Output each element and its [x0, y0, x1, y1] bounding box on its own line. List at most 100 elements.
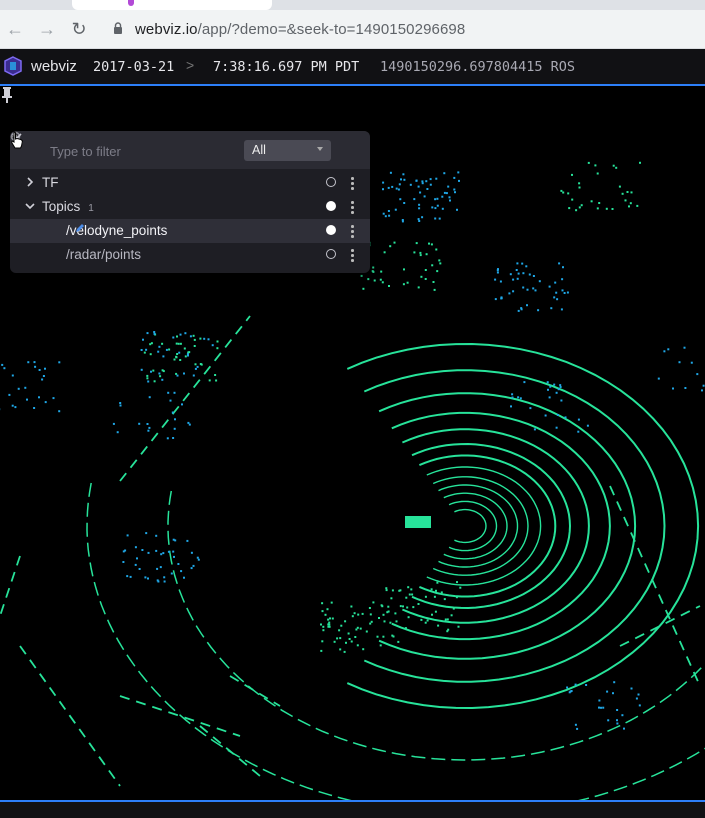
lidar-point — [389, 171, 392, 174]
lidar-point — [190, 567, 193, 570]
visibility-icon[interactable] — [326, 249, 336, 259]
lidar-point — [174, 418, 176, 421]
lidar-point — [523, 381, 526, 384]
lidar-point — [385, 589, 388, 592]
tree-row-label: TF — [42, 175, 59, 190]
tree-row-radar-points[interactable]: /radar/points — [10, 243, 370, 267]
lidar-point — [409, 183, 412, 186]
lidar-point — [574, 683, 577, 686]
lidar-point — [188, 351, 191, 354]
lidar-point — [338, 629, 341, 632]
ros-time: 1490150296.697804415 ROS — [380, 59, 576, 75]
lidar-point — [455, 596, 458, 599]
lidar-point — [403, 268, 405, 271]
back-icon[interactable]: ← — [5, 18, 25, 40]
lidar-point — [327, 618, 330, 621]
webviz-logo[interactable] — [4, 56, 22, 76]
lidar-point — [509, 273, 512, 276]
lidar-point — [11, 404, 14, 407]
lidar-point — [612, 164, 615, 167]
app-name: webviz — [31, 58, 77, 75]
lidar-point — [399, 589, 402, 592]
lidar-point — [172, 336, 175, 339]
lidar-point — [391, 589, 394, 592]
visibility-icon[interactable] — [326, 201, 336, 211]
lidar-point — [555, 291, 558, 294]
visibility-icon[interactable] — [326, 177, 336, 187]
lidar-point — [605, 207, 608, 210]
lidar-point — [420, 618, 423, 621]
lidar-point — [433, 288, 436, 291]
lidar-point — [376, 635, 379, 638]
lidar-point — [178, 351, 181, 354]
lidar-point — [449, 199, 451, 202]
reload-icon[interactable]: ↻ — [69, 18, 89, 40]
lidar-point — [428, 242, 430, 245]
chevron-down-icon[interactable] — [25, 201, 35, 211]
lidar-point — [382, 181, 385, 184]
lidar-point — [446, 618, 449, 621]
lidar-point — [345, 641, 347, 644]
lidar-point — [606, 690, 609, 693]
edit-icon[interactable] — [74, 223, 85, 234]
lidar-point — [116, 431, 119, 434]
lidar-edge — [609, 485, 701, 687]
lidar-point — [167, 391, 170, 394]
chevron-right-icon[interactable] — [25, 177, 35, 187]
lidar-point — [639, 161, 641, 164]
lidar-point — [157, 350, 160, 353]
lidar-point — [423, 195, 426, 198]
lidar-edge — [19, 645, 121, 787]
lidar-point — [529, 407, 532, 410]
more-icon[interactable] — [350, 224, 354, 238]
lidar-point — [58, 361, 61, 364]
topic-filter-input[interactable] — [48, 140, 242, 162]
tree-row-topics[interactable]: Topics 1 — [10, 195, 370, 219]
lidar-point — [387, 210, 390, 212]
tree-row-tf[interactable]: TF — [10, 171, 370, 195]
forward-icon[interactable]: → — [37, 18, 57, 40]
lidar-point — [426, 188, 429, 190]
lidar-point — [574, 723, 577, 726]
lidar-point — [176, 353, 179, 355]
lidar-point — [558, 262, 561, 265]
lidar-point — [384, 215, 387, 218]
lidar-point — [616, 722, 619, 725]
active-tab[interactable] — [72, 0, 272, 10]
lidar-point — [119, 402, 122, 404]
lidar-point — [162, 552, 165, 555]
lidar-point — [521, 262, 524, 265]
pin-icon[interactable] — [0, 86, 14, 104]
lidar-point — [616, 719, 618, 722]
lidar-point — [437, 624, 440, 627]
lidar-point — [549, 385, 552, 388]
more-icon[interactable] — [350, 200, 354, 214]
visibility-icon[interactable] — [326, 225, 336, 235]
lidar-point — [424, 278, 427, 280]
more-icon[interactable] — [350, 248, 354, 262]
lidar-point — [339, 637, 342, 640]
lidar-point — [180, 570, 183, 573]
lidar-point — [183, 576, 185, 579]
lidar-point — [370, 620, 373, 623]
lidar-point — [215, 379, 218, 382]
lidar-point — [526, 288, 529, 291]
tree-row-velodyne-points[interactable]: /velodyne_points — [10, 219, 370, 243]
lidar-point — [391, 185, 394, 188]
topic-type-select[interactable]: All — [244, 140, 331, 161]
lidar-point — [430, 588, 433, 591]
lidar-point — [355, 628, 358, 631]
lidar-point — [561, 289, 564, 292]
lidar-point — [511, 393, 514, 396]
3d-viewport[interactable]: All TF Topics 1 /velodyne_points — [0, 86, 705, 800]
lidar-point — [373, 279, 376, 282]
lidar-point — [122, 561, 125, 563]
lidar-point — [146, 377, 149, 380]
lidar-point — [163, 580, 166, 583]
address-bar[interactable]: webviz.io/app/?demo=&seek-to=14901502966… — [135, 21, 465, 38]
lidar-point — [560, 189, 563, 192]
lidar-point — [44, 401, 47, 404]
more-icon[interactable] — [350, 176, 354, 190]
lidar-point — [525, 265, 528, 268]
lidar-point — [435, 177, 438, 180]
